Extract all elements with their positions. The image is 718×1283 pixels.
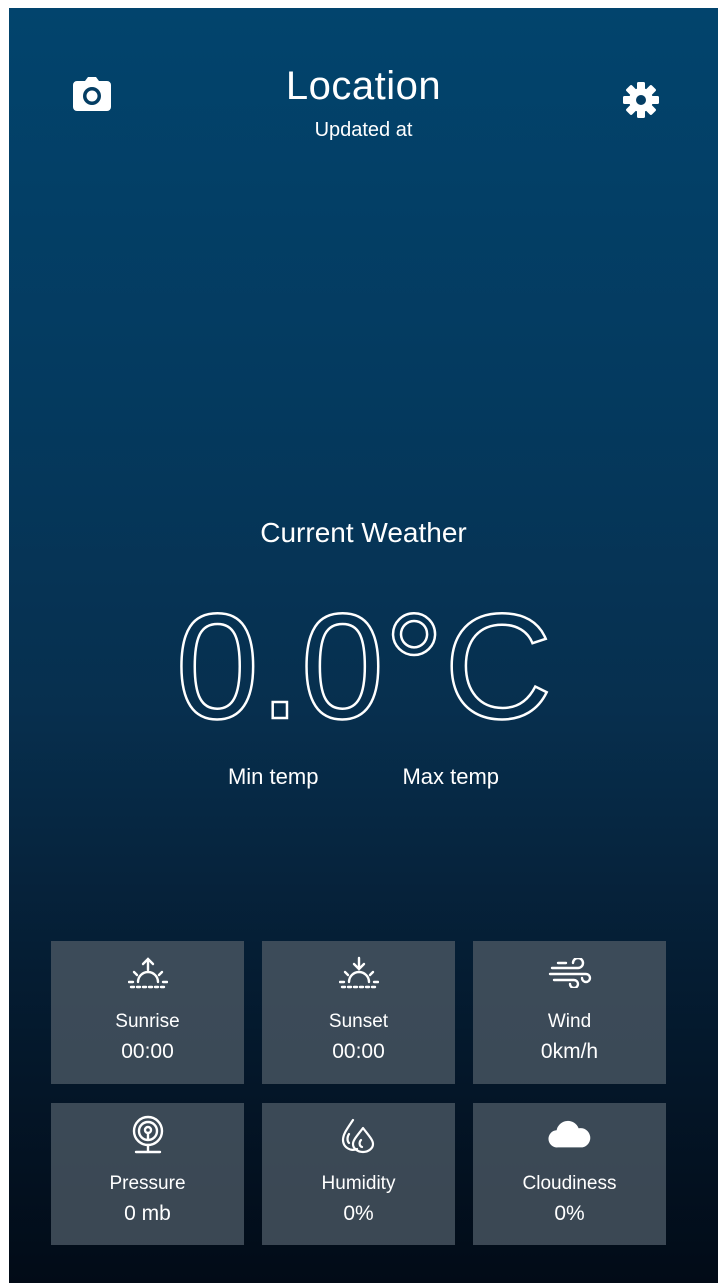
- tile-value: 00:00: [121, 1040, 174, 1063]
- gear-icon: [623, 82, 659, 118]
- max-temp-label: Max temp: [402, 764, 500, 789]
- sunrise-icon: [126, 953, 170, 993]
- tile-value: 00:00: [332, 1040, 385, 1063]
- current-weather-label: Current Weather: [260, 517, 467, 548]
- temperature-display: 0.0°C: [9, 588, 718, 738]
- tile-label: Cloudiness: [522, 1173, 617, 1194]
- tile-label: Wind: [547, 1011, 592, 1032]
- sunset-tile[interactable]: Sunset 00:00: [262, 941, 455, 1084]
- temperature-value: 0.0°C: [174, 588, 553, 738]
- tile-value: 0 mb: [124, 1202, 171, 1225]
- tile-label: Humidity: [321, 1173, 396, 1194]
- cloudiness-tile[interactable]: Cloudiness 0%: [473, 1103, 666, 1245]
- min-temp-label: Min temp: [227, 764, 319, 789]
- humidity-tile[interactable]: Humidity 0%: [262, 1103, 455, 1245]
- tile-label: Sunset: [328, 1011, 389, 1032]
- sunrise-tile[interactable]: Sunrise 00:00: [51, 941, 244, 1084]
- tile-value: 0%: [343, 1202, 374, 1225]
- tile-value: 0km/h: [540, 1040, 599, 1063]
- pressure-tile[interactable]: Pressure 0 mb: [51, 1103, 244, 1245]
- weather-details-grid: Sunrise 00:00 Sunset 00:00 Wind 0km/h Pr…: [51, 941, 666, 1245]
- sunset-icon: [337, 953, 381, 993]
- temperature-text: 0.0°C: [175, 588, 552, 738]
- weather-screen: Location Updated at Current Weather 0.0°…: [9, 8, 718, 1283]
- tile-value: 0%: [554, 1202, 585, 1225]
- pressure-icon: [126, 1115, 170, 1155]
- humidity-icon: [337, 1115, 381, 1155]
- min-max-row: Min temp Max temp: [9, 763, 718, 791]
- wind-icon: [548, 953, 592, 993]
- wind-tile[interactable]: Wind 0km/h: [473, 941, 666, 1084]
- tile-label: Sunrise: [115, 1011, 180, 1032]
- tile-label: Pressure: [109, 1173, 186, 1194]
- cloud-icon: [547, 1115, 592, 1155]
- settings-button[interactable]: [611, 70, 671, 130]
